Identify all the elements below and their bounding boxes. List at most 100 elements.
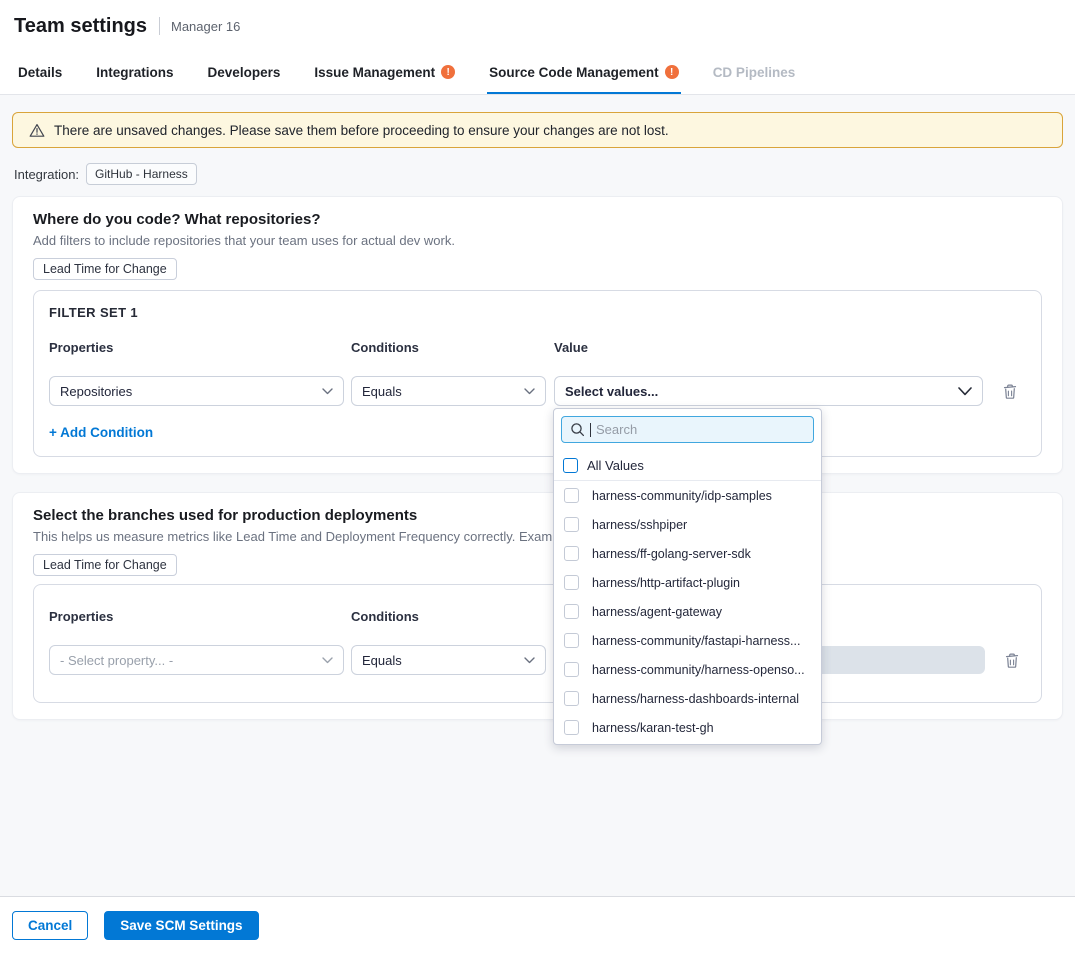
repositories-section-title: Where do you code? What repositories? <box>33 211 1042 228</box>
delete-filter-button[interactable] <box>1004 650 1020 670</box>
filter-column-labels: Properties Conditions Value <box>49 340 1026 355</box>
option-label: harness-community/idp-samples <box>592 489 772 503</box>
properties-column-label: Properties <box>49 340 344 355</box>
option-label: harness-community/fastapi-harness... <box>592 634 800 648</box>
tab-integrations[interactable]: Integrations <box>94 52 175 94</box>
search-placeholder: Search <box>596 422 637 437</box>
dropdown-option-clipped[interactable]: harness/fastapi-test-gh-widgets <box>554 742 821 745</box>
option-label: harness/agent-gateway <box>592 605 722 619</box>
delete-filter-button[interactable] <box>1002 381 1018 401</box>
tab-source-code-management[interactable]: Source Code Management ! <box>487 52 681 94</box>
tab-developers[interactable]: Developers <box>206 52 283 94</box>
option-checkbox[interactable] <box>564 517 579 532</box>
condition-select[interactable]: Equals <box>351 645 546 675</box>
tab-label: CD Pipelines <box>713 65 796 80</box>
value-multiselect[interactable]: Select values... <box>554 376 983 406</box>
dropdown-option[interactable]: harness/karan-test-gh <box>554 713 821 742</box>
tab-bar: Details Integrations Developers Issue Ma… <box>0 52 1075 95</box>
cancel-button[interactable]: Cancel <box>12 911 88 940</box>
filter-column-labels: Properties Conditions <box>49 609 1026 624</box>
option-checkbox[interactable] <box>564 662 579 677</box>
option-label: harness/karan-test-gh <box>592 721 714 735</box>
lead-time-tag: Lead Time for Change <box>33 258 177 280</box>
unsaved-changes-banner: There are unsaved changes. Please save t… <box>12 112 1063 148</box>
integration-row: Integration: GitHub - Harness <box>14 163 1063 185</box>
tab-details[interactable]: Details <box>16 52 64 94</box>
value-column-label: Value <box>554 340 983 355</box>
properties-column-label: Properties <box>49 609 344 624</box>
title-divider <box>159 17 160 35</box>
filter-row: - Select property... - Equals <box>49 645 1026 675</box>
option-checkbox[interactable] <box>564 488 579 503</box>
tab-issue-management[interactable]: Issue Management ! <box>312 52 457 94</box>
option-checkbox[interactable] <box>564 720 579 735</box>
dropdown-option[interactable]: harness-community/harness-openso... <box>554 655 821 684</box>
banner-text: There are unsaved changes. Please save t… <box>54 123 669 138</box>
tab-cd-pipelines: CD Pipelines <box>711 52 798 94</box>
option-checkbox[interactable] <box>564 633 579 648</box>
property-select[interactable]: Repositories <box>49 376 344 406</box>
page-header: Team settings Manager 16 <box>0 0 1075 52</box>
all-values-label: All Values <box>587 458 644 473</box>
repositories-section-subtitle: Add filters to include repositories that… <box>33 233 1042 248</box>
warning-badge-icon: ! <box>441 65 455 79</box>
property-select-placeholder: - Select property... - <box>60 653 173 668</box>
chevron-down-icon <box>322 388 333 395</box>
option-label: harness/http-artifact-plugin <box>592 576 740 590</box>
filter-set-1: FILTER SET 1 Properties Conditions Value… <box>33 290 1042 457</box>
value-select-placeholder: Select values... <box>565 384 658 399</box>
dropdown-option[interactable]: harness/sshpiper <box>554 510 821 539</box>
value-dropdown-panel: Search All Values harness-community/idp-… <box>553 408 822 745</box>
branches-section-subtitle: This helps us measure metrics like Lead … <box>33 529 1042 544</box>
repositories-section-card: Where do you code? What repositories? Ad… <box>12 196 1063 474</box>
property-select-value: Repositories <box>60 384 132 399</box>
chevron-down-icon <box>524 388 535 395</box>
integration-label: Integration: <box>14 167 79 182</box>
condition-select-value: Equals <box>362 653 402 668</box>
add-condition-link[interactable]: + Add Condition <box>49 425 153 440</box>
option-label: harness/harness-dashboards-internal <box>592 692 799 706</box>
dropdown-option[interactable]: harness/http-artifact-plugin <box>554 568 821 597</box>
chevron-down-icon <box>524 657 535 664</box>
dropdown-option[interactable]: harness-community/idp-samples <box>554 481 821 510</box>
page-title: Team settings <box>14 15 147 38</box>
chevron-down-icon <box>322 657 333 664</box>
branches-section-card: Select the branches used for production … <box>12 492 1063 720</box>
footer-bar: Cancel Save SCM Settings <box>0 896 1075 954</box>
dropdown-option[interactable]: harness/agent-gateway <box>554 597 821 626</box>
chevron-down-icon <box>958 387 972 396</box>
tab-label: Integrations <box>96 65 173 80</box>
dropdown-search-input[interactable]: Search <box>561 416 814 443</box>
dropdown-option[interactable]: harness/harness-dashboards-internal <box>554 684 821 713</box>
all-values-option[interactable]: All Values <box>554 450 821 481</box>
dropdown-option[interactable]: harness/ff-golang-server-sdk <box>554 539 821 568</box>
all-values-checkbox[interactable] <box>563 458 578 473</box>
tab-label: Developers <box>208 65 281 80</box>
search-icon <box>570 422 585 437</box>
condition-select[interactable]: Equals <box>351 376 546 406</box>
filter-set-title: FILTER SET 1 <box>49 305 1026 320</box>
option-checkbox[interactable] <box>564 604 579 619</box>
dropdown-option[interactable]: harness-community/fastapi-harness... <box>554 626 821 655</box>
tab-label: Issue Management <box>314 65 435 80</box>
option-checkbox[interactable] <box>564 691 579 706</box>
warning-badge-icon: ! <box>665 65 679 79</box>
option-checkbox[interactable] <box>564 575 579 590</box>
team-name: Manager 16 <box>171 19 240 34</box>
conditions-column-label: Conditions <box>351 340 546 355</box>
text-cursor <box>590 423 591 437</box>
option-label: harness/ff-golang-server-sdk <box>592 547 751 561</box>
branch-filter-set: Properties Conditions - Select property.… <box>33 584 1042 703</box>
property-select[interactable]: - Select property... - <box>49 645 344 675</box>
conditions-column-label: Conditions <box>351 609 546 624</box>
option-label: harness-community/harness-openso... <box>592 663 805 677</box>
option-checkbox[interactable] <box>564 546 579 561</box>
option-label: harness/sshpiper <box>592 518 687 532</box>
tab-label: Source Code Management <box>489 65 659 80</box>
save-scm-settings-button[interactable]: Save SCM Settings <box>104 911 258 940</box>
team-settings-page: Team settings Manager 16 Details Integra… <box>0 0 1075 954</box>
condition-select-value: Equals <box>362 384 402 399</box>
lead-time-tag: Lead Time for Change <box>33 554 177 576</box>
branches-section-title: Select the branches used for production … <box>33 507 1042 524</box>
warning-triangle-icon <box>29 123 45 138</box>
